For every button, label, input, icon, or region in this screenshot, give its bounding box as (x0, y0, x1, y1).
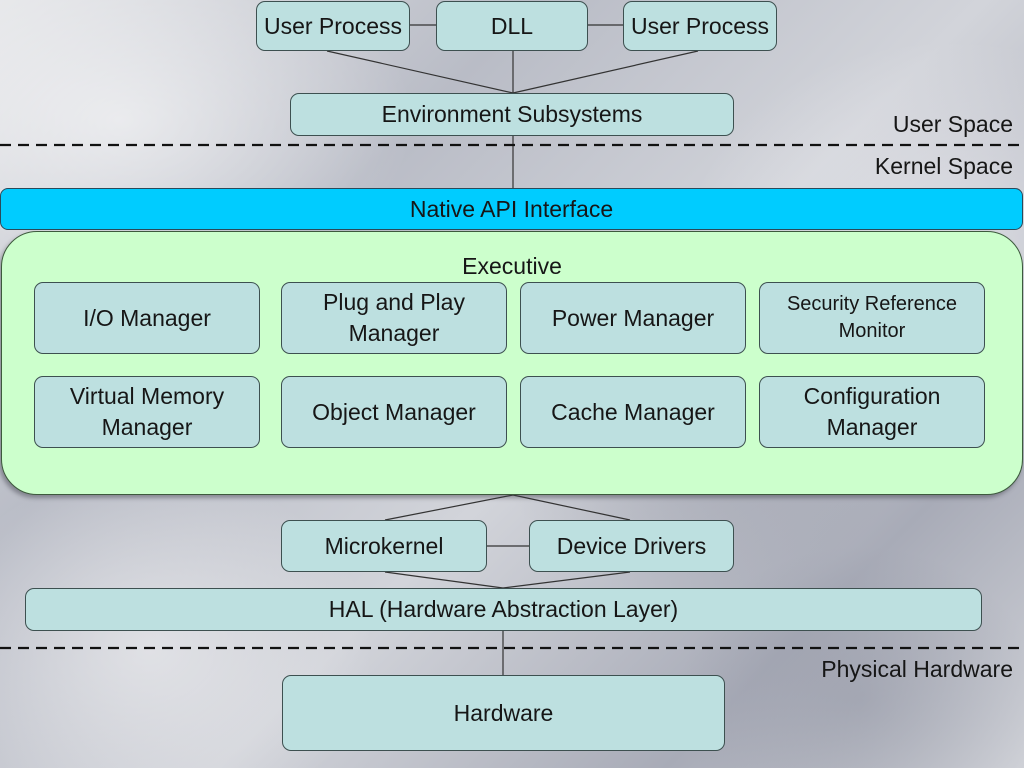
user-space-label: User Space (892, 111, 1013, 137)
connector-exec-drivers (512, 494, 631, 521)
dll-label: DLL (490, 12, 534, 39)
virtual-memory-manager-label: Virtual Memory Manager (69, 383, 225, 440)
connector-right-process-env (512, 50, 699, 94)
environment-subsystems-label: Environment Subsystems (381, 101, 643, 127)
cache-manager-label: Cache Manager (551, 398, 715, 425)
hal: HAL (Hardware Abstraction Layer) (25, 588, 982, 631)
connector-left-process-env (326, 50, 514, 94)
environment-subsystems: Environment Subsystems (290, 93, 734, 136)
hardware: Hardware (282, 675, 725, 751)
hardware-label: Hardware (453, 699, 554, 726)
virtual-memory-manager: Virtual Memory Manager (34, 376, 260, 448)
user-process-left: User Process (256, 1, 410, 51)
io-manager-label: I/O Manager (83, 304, 211, 331)
user-process-left-label: User Process (263, 12, 403, 39)
power-manager-label: Power Manager (551, 304, 715, 331)
user-process-right-label: User Process (630, 12, 770, 39)
physical-hardware-label: Physical Hardware (821, 656, 1013, 682)
object-manager-label: Object Manager (312, 398, 476, 425)
power-manager: Power Manager (520, 282, 746, 354)
dll-box: DLL (436, 1, 588, 51)
io-manager: I/O Manager (34, 282, 260, 354)
configuration-manager: Configuration Manager (759, 376, 985, 448)
native-api-label: Native API Interface (409, 195, 614, 222)
microkernel-label: Microkernel (324, 532, 444, 559)
security-reference-monitor-label: Security Reference Monitor (786, 293, 958, 342)
connector-exec-microkernel (384, 494, 514, 521)
connector-drivers-hal (502, 571, 631, 589)
executive-title: Executive (462, 253, 562, 279)
kernel-space-label: Kernel Space (874, 153, 1013, 179)
plug-and-play-manager-label: Plug and Play Manager (323, 289, 465, 346)
microkernel: Microkernel (281, 520, 487, 572)
native-api-interface: Native API Interface (0, 188, 1023, 230)
cache-manager: Cache Manager (520, 376, 746, 448)
object-manager: Object Manager (281, 376, 507, 448)
hal-label: HAL (Hardware Abstraction Layer) (328, 596, 679, 622)
configuration-manager-label: Configuration Manager (803, 383, 941, 440)
user-process-right: User Process (623, 1, 777, 51)
device-drivers: Device Drivers (529, 520, 734, 572)
device-drivers-label: Device Drivers (556, 532, 707, 559)
security-reference-monitor: Security Reference Monitor (759, 282, 985, 354)
executive-container: Executive (1, 231, 1023, 495)
connector-microkernel-hal (384, 571, 504, 589)
plug-and-play-manager: Plug and Play Manager (281, 282, 507, 354)
